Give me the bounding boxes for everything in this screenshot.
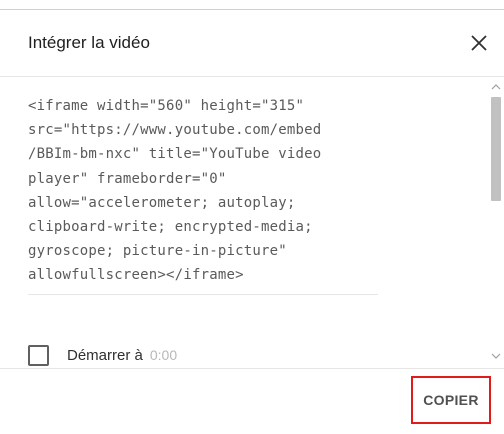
close-icon	[471, 35, 487, 51]
start-at-checkbox[interactable]	[28, 344, 49, 366]
copy-button[interactable]: COPIER	[411, 376, 491, 424]
embed-code-line: gyroscope; picture-in-picture"	[28, 243, 287, 260]
close-button[interactable]	[462, 26, 496, 60]
embed-code-line: allow="accelerometer; autoplay;	[28, 194, 296, 211]
dialog-title: Intégrer la vidéo	[28, 33, 150, 52]
footer-divider	[0, 368, 504, 369]
scrollbar-thumb[interactable]	[491, 97, 501, 201]
embed-code-line: clipboard-write; encrypted-media;	[28, 219, 313, 236]
embed-code-line: /BBIm-bm-nxc" title="YouTube video	[28, 146, 322, 163]
embed-code-line: <iframe width="560" height="315"	[28, 98, 305, 114]
chevron-down-icon	[491, 353, 501, 359]
scroll-up-arrow[interactable]	[489, 82, 503, 92]
scroll-down-arrow[interactable]	[489, 351, 503, 361]
chevron-up-icon	[491, 84, 501, 90]
dialog-header: Intégrer la vidéo	[0, 10, 504, 77]
start-time-input[interactable]: 0:00	[150, 347, 177, 363]
dialog-body: <iframe width="560" height="315" src="htt…	[0, 77, 504, 368]
embed-code-line: allowfullscreen></iframe>	[28, 267, 244, 284]
start-at-row: Démarrer à 0:00	[28, 342, 177, 368]
start-at-label: Démarrer à	[67, 346, 143, 364]
embed-code-textarea[interactable]: <iframe width="560" height="315" src="htt…	[28, 94, 378, 295]
embed-code-line: src="https://www.youtube.com/embed	[28, 122, 322, 139]
embed-code-line: player" frameborder="0"	[28, 170, 227, 187]
